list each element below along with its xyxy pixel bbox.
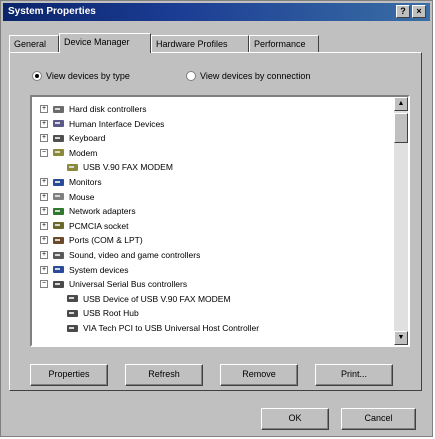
view-by-connection-label: View devices by connection <box>200 71 311 81</box>
usb-icon <box>66 308 79 319</box>
expand-icon[interactable]: + <box>40 265 48 274</box>
sound-icon <box>52 250 65 261</box>
properties-button[interactable]: Properties <box>30 364 108 386</box>
view-by-type-label: View devices by type <box>46 71 130 81</box>
view-by-type-radio[interactable]: View devices by type <box>32 71 130 81</box>
tree-category-item[interactable]: + Monitors <box>40 175 102 189</box>
port-icon <box>52 235 65 246</box>
scroll-down-button[interactable]: ▼ <box>394 331 408 345</box>
usb-icon <box>52 279 65 290</box>
tree-category-item[interactable]: + Keyboard <box>40 131 105 145</box>
refresh-button[interactable]: Refresh <box>125 364 203 386</box>
system-device-icon <box>52 264 65 275</box>
expand-icon[interactable]: + <box>40 178 48 186</box>
tree-device-item[interactable]: USB V.90 FAX MODEM <box>66 160 173 174</box>
tree-category-item[interactable]: + Hard disk controllers <box>40 102 146 116</box>
pcmcia-icon <box>52 220 65 231</box>
title-bar[interactable]: System Properties ? × <box>3 3 430 21</box>
usb-icon <box>66 323 79 334</box>
tree-category-item[interactable]: + Sound, video and game controllers <box>40 248 200 262</box>
tree-item-label: Keyboard <box>69 133 106 144</box>
collapse-icon[interactable]: − <box>40 280 48 289</box>
mouse-icon <box>52 191 65 202</box>
tree-item-label: Universal Serial Bus controllers <box>69 279 188 290</box>
radio-selected-indicator <box>32 71 42 81</box>
tree-category-item[interactable]: + Mouse <box>40 190 95 204</box>
expand-icon[interactable]: + <box>40 207 48 216</box>
tab-hardware-profiles[interactable]: Hardware Profiles <box>151 35 249 52</box>
tree-category-item[interactable]: + Ports (COM & LPT) <box>40 233 143 247</box>
tree-category-item[interactable]: − Modem <box>40 146 97 160</box>
tree-category-item[interactable]: + Human Interface Devices <box>40 117 164 131</box>
expand-icon[interactable]: + <box>40 134 48 143</box>
tree-device-item[interactable]: USB Root Hub <box>66 306 139 320</box>
tree-item-label: Mouse <box>69 191 95 202</box>
close-button[interactable]: × <box>412 5 426 18</box>
expand-icon[interactable]: + <box>40 221 48 230</box>
ok-button[interactable]: OK <box>261 408 329 430</box>
tree-item-label: Human Interface Devices <box>69 118 165 129</box>
tree-category-item[interactable]: + PCMCIA socket <box>40 219 129 233</box>
window-title: System Properties <box>8 6 96 17</box>
keyboard-icon <box>52 133 65 144</box>
tree-item-label: USB Device of USB V.90 FAX MODEM <box>83 293 231 304</box>
expand-icon[interactable]: + <box>40 119 48 128</box>
tree-device-item[interactable]: VIA Tech PCI to USB Universal Host Contr… <box>66 321 259 335</box>
tree-item-label: System devices <box>69 264 129 275</box>
tree-item-label: USB V.90 FAX MODEM <box>83 162 173 173</box>
tree-item-label: VIA Tech PCI to USB Universal Host Contr… <box>83 323 260 333</box>
tree-item-label: Ports (COM & LPT) <box>69 235 143 246</box>
monitor-icon <box>52 177 65 188</box>
remove-button[interactable]: Remove <box>220 364 298 386</box>
usb-icon <box>66 293 79 304</box>
tab-performance[interactable]: Performance <box>249 35 319 52</box>
tab-general[interactable]: General <box>9 35 59 52</box>
tab-device-manager[interactable]: Device Manager <box>59 33 151 53</box>
help-button[interactable]: ? <box>396 5 410 18</box>
tree-item-label: Monitors <box>69 177 102 187</box>
tree-device-item[interactable]: USB Device of USB V.90 FAX MODEM <box>66 292 231 306</box>
tree-item-label: USB Root Hub <box>83 308 139 319</box>
tree-item-label: PCMCIA socket <box>69 220 129 231</box>
print-button[interactable]: Print... <box>315 364 393 386</box>
tree-item-label: Modem <box>69 147 98 158</box>
system-properties-window: System Properties ? × General Device Man… <box>0 0 433 437</box>
modem-icon <box>52 147 65 158</box>
expand-icon[interactable]: + <box>40 251 48 259</box>
device-manager-panel: View devices by type View devices by con… <box>9 52 422 391</box>
hid-icon <box>52 118 65 129</box>
expand-icon[interactable]: + <box>40 192 48 201</box>
tree-category-item[interactable]: + System devices <box>40 263 129 277</box>
expand-icon[interactable]: + <box>40 105 48 113</box>
disk-controller-icon <box>52 104 65 115</box>
tree-item-label: Network adapters <box>69 206 136 217</box>
tree-category-item[interactable]: − Universal Serial Bus controllers <box>40 277 187 291</box>
modem-icon <box>66 162 79 173</box>
tree-item-label: Sound, video and game controllers <box>69 250 201 260</box>
view-by-connection-radio[interactable]: View devices by connection <box>186 71 310 81</box>
expand-icon[interactable]: + <box>40 236 48 245</box>
radio-unselected-indicator <box>186 71 196 81</box>
scroll-thumb[interactable] <box>394 113 408 143</box>
tree-vertical-scrollbar[interactable]: ▲ ▼ <box>394 97 408 345</box>
cancel-button[interactable]: Cancel <box>341 408 416 430</box>
device-tree[interactable]: ▲ ▼ + Hard disk controllers + Human Interfa… <box>30 95 410 347</box>
network-adapter-icon <box>52 206 65 217</box>
tree-category-item[interactable]: + Network adapters <box>40 204 136 218</box>
collapse-icon[interactable]: − <box>40 148 48 157</box>
scroll-up-button[interactable]: ▲ <box>394 97 408 111</box>
tree-item-label: Hard disk controllers <box>69 104 147 114</box>
